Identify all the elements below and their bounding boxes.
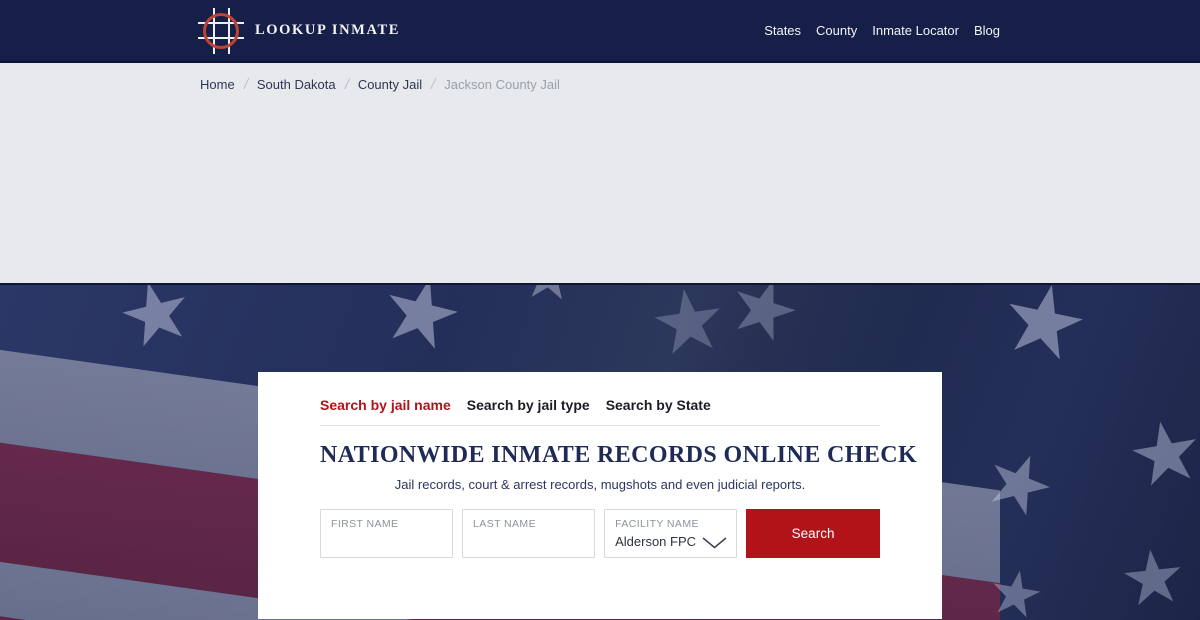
first-name-input[interactable]	[331, 530, 443, 548]
site-header: LOOKUP INMATE States County Inmate Locat…	[0, 0, 1200, 63]
breadcrumb-separator: /	[342, 76, 351, 93]
breadcrumb-home[interactable]: Home	[200, 77, 235, 92]
last-name-label: LAST NAME	[473, 518, 536, 530]
last-name-field[interactable]: LAST NAME	[462, 509, 596, 558]
chevron-down-icon	[702, 537, 727, 549]
breadcrumb-county-jail[interactable]: County Jail	[358, 77, 422, 92]
main-nav: States County Inmate Locator Blog	[764, 23, 1000, 38]
breadcrumb: Home / South Dakota / County Jail / Jack…	[200, 63, 1000, 93]
nav-link-states[interactable]: States	[764, 23, 801, 38]
breadcrumb-current-page: Jackson County Jail	[444, 77, 560, 92]
breadcrumb-separator: /	[429, 76, 438, 93]
first-name-field[interactable]: FIRST NAME	[320, 509, 454, 558]
inmate-search-form: FIRST NAME LAST NAME FACILITY NAME Alder…	[320, 509, 880, 558]
breadcrumb-zone: Home / South Dakota / County Jail / Jack…	[0, 63, 1200, 283]
nav-link-blog[interactable]: Blog	[974, 23, 1000, 38]
tab-search-by-jail-type[interactable]: Search by jail type	[467, 397, 590, 413]
search-button[interactable]: Search	[746, 509, 880, 558]
first-name-label: FIRST NAME	[331, 518, 399, 530]
search-card: Search by jail name Search by jail type …	[258, 372, 942, 619]
logo-text: LOOKUP INMATE	[255, 22, 400, 38]
flag-hero: ★ ★ ★ ★ ★ ★ ★ ★ ★ ★ Search by jail name …	[0, 283, 1200, 620]
nav-link-county[interactable]: County	[816, 23, 857, 38]
logo[interactable]: LOOKUP INMATE	[198, 7, 400, 55]
breadcrumb-separator: /	[241, 76, 250, 93]
card-subtitle: Jail records, court & arrest records, mu…	[394, 477, 806, 492]
card-title: Nationwide Inmate Records Online Check	[320, 442, 918, 468]
page: LOOKUP INMATE States County Inmate Locat…	[0, 0, 1200, 620]
facility-select[interactable]: FACILITY NAME Alderson FPC	[604, 509, 738, 558]
last-name-input[interactable]	[473, 530, 585, 548]
facility-label: FACILITY NAME	[615, 518, 699, 530]
breadcrumb-south-dakota[interactable]: South Dakota	[257, 77, 336, 92]
search-tabs: Search by jail name Search by jail type …	[320, 397, 880, 413]
tab-search-by-jail-name[interactable]: Search by jail name	[320, 397, 451, 413]
nav-link-inmate-locator[interactable]: Inmate Locator	[872, 23, 959, 38]
globe-grid-icon	[198, 7, 246, 55]
tab-search-by-state[interactable]: Search by State	[606, 397, 711, 413]
tabs-divider	[320, 425, 880, 426]
